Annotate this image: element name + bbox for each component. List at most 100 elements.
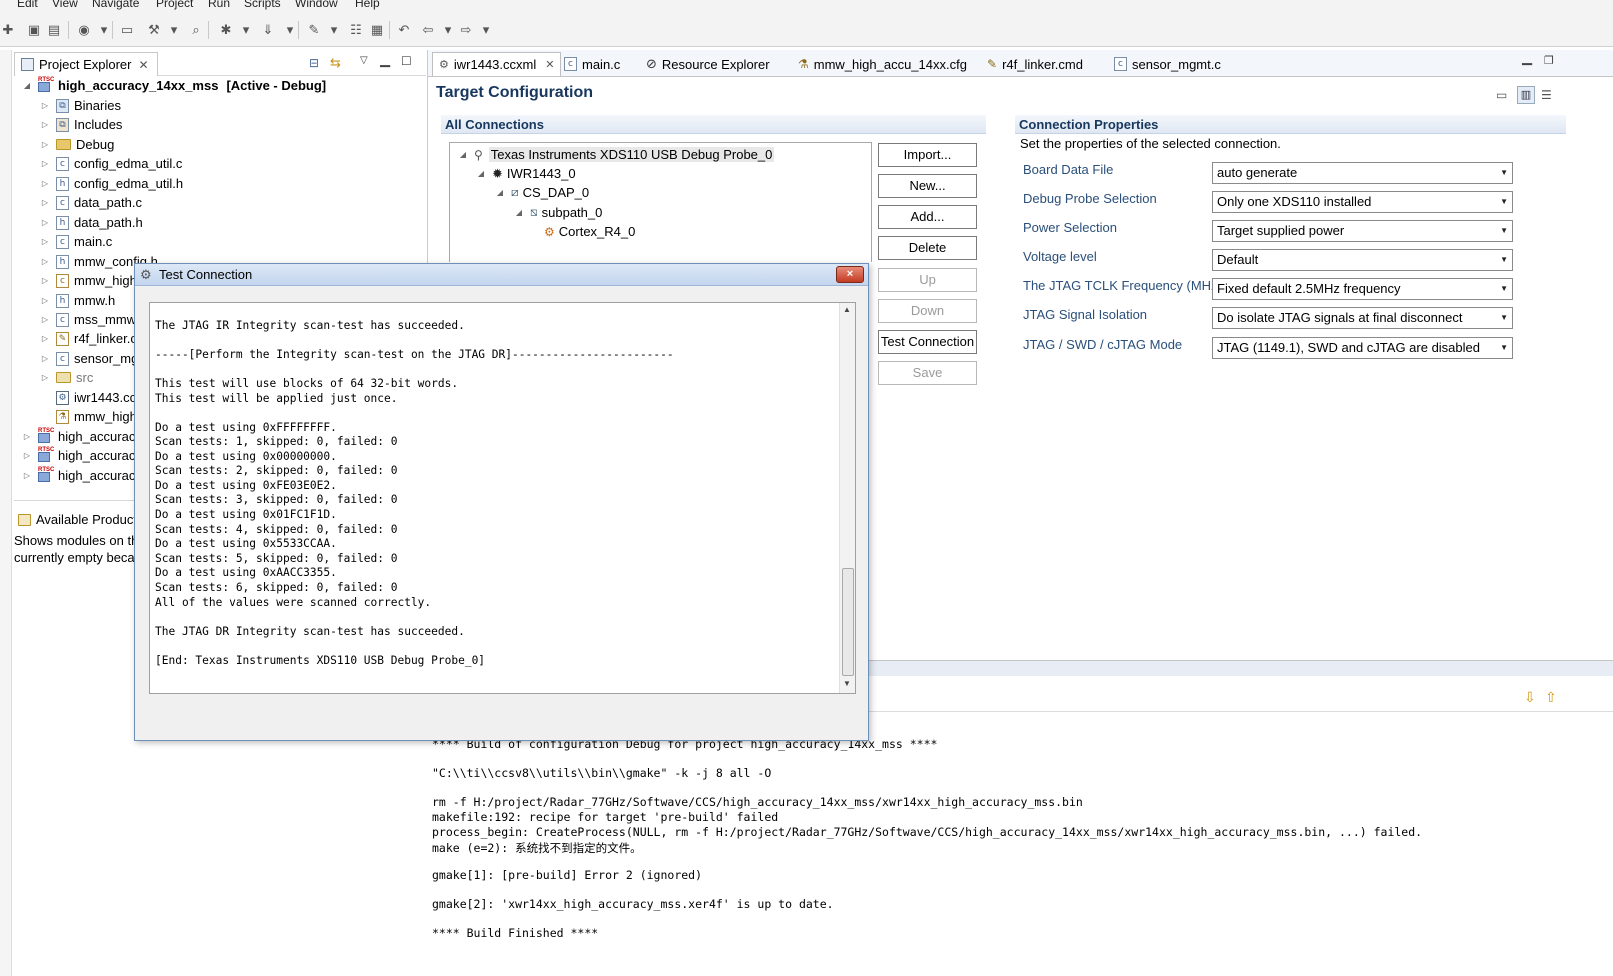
collapsed-arrow-icon[interactable]: ▷ — [40, 198, 50, 207]
console-output[interactable]: **** Build of configuration Debug for pr… — [427, 712, 1613, 976]
test-connection-button[interactable]: Test Connection — [878, 330, 977, 354]
tree-item-sensor-mgmt[interactable]: ▷ c sensor_mg — [40, 349, 138, 368]
tree-item-mmw-h[interactable]: ▷ h mmw.h — [40, 291, 115, 310]
close-button[interactable]: × — [836, 266, 864, 283]
dropdown-arrow-icon[interactable]: ▼ — [1500, 279, 1508, 299]
expanded-arrow-icon[interactable]: ◢ — [22, 81, 32, 90]
flash-icon[interactable]: ⇓ — [260, 22, 276, 38]
tab-available-products[interactable]: Available Product — [18, 510, 137, 529]
save-button[interactable]: Save — [878, 361, 977, 385]
forward-icon[interactable]: ⇨ — [458, 22, 474, 38]
collapsed-arrow-icon[interactable]: ▷ — [40, 257, 50, 266]
vertical-layout-icon[interactable]: ☰ — [1541, 88, 1552, 102]
collapsed-arrow-icon[interactable]: ▷ — [40, 120, 50, 129]
tree-node-cs-dap[interactable]: ◢ ⧄ CS_DAP_0 — [495, 183, 589, 202]
tree-item-debug[interactable]: ▷ Debug — [40, 135, 114, 154]
link-editor-icon[interactable]: ⇆ — [330, 55, 341, 71]
collapsed-arrow-icon[interactable]: ▷ — [40, 179, 50, 188]
collapsed-arrow-icon[interactable]: ▷ — [40, 334, 50, 343]
dropdown-arrow-icon[interactable]: ▼ — [1500, 221, 1508, 241]
delete-button[interactable]: Delete — [878, 236, 977, 260]
dropdown-arrow-icon[interactable]: ▾ — [238, 22, 254, 38]
import-button[interactable]: Import... — [878, 143, 977, 167]
close-icon[interactable]: ✕ — [138, 58, 148, 72]
form-layout-icon[interactable]: ▭ — [1496, 88, 1507, 102]
dropdown-arrow-icon[interactable]: ▼ — [1500, 163, 1508, 183]
expanded-arrow-icon[interactable]: ◢ — [458, 150, 468, 159]
tab-sensor-mgmt-c[interactable]: c sensor_mgmt.c — [1108, 52, 1227, 76]
debug-run-icon[interactable]: ◉ — [76, 22, 92, 38]
dropdown-arrow-icon[interactable]: ▼ — [1500, 308, 1508, 328]
dialog-titlebar[interactable]: ⚙ Test Connection × — [135, 264, 868, 286]
dropdown-arrow-icon[interactable]: ▾ — [96, 22, 112, 38]
tree-item-mmw-high-cfg[interactable]: ▷ c mmw_high — [40, 271, 137, 290]
expanded-arrow-icon[interactable]: ◢ — [476, 169, 486, 178]
scrollbar-thumb[interactable] — [842, 568, 854, 676]
build-hammer-icon[interactable]: ⚒ — [146, 22, 162, 38]
new-button[interactable]: New... — [878, 174, 977, 198]
menu-project[interactable]: Project — [156, 0, 193, 10]
collapsed-arrow-icon[interactable]: ▷ — [22, 432, 32, 441]
dropdown-arrow-icon[interactable]: ▾ — [326, 22, 342, 38]
scroll-up-arrow-icon[interactable]: ▲ — [843, 305, 851, 314]
collapsed-arrow-icon[interactable]: ▷ — [22, 471, 32, 480]
restore-icon[interactable]: ❐ — [1544, 54, 1554, 67]
tab-iwr1443-ccxml[interactable]: ⚙ iwr1443.ccxml ✕ — [432, 52, 562, 76]
menu-window[interactable]: Window — [295, 0, 338, 10]
dropdown-arrow-icon[interactable]: ▼ — [1500, 250, 1508, 270]
toggle-mark-icon[interactable]: ☷ — [348, 22, 364, 38]
tree-node-debug-probe[interactable]: ◢ ⚲ Texas Instruments XDS110 USB Debug P… — [458, 145, 775, 164]
tree-project-3[interactable]: ▷ RTSC high_accuracy — [22, 446, 142, 465]
new-icon[interactable]: ✚ — [0, 22, 16, 38]
tree-item-iwr1443-ccxml[interactable]: ⚙ iwr1443.cc — [40, 388, 136, 407]
tab-project-explorer[interactable]: Project Explorer ✕ — [14, 52, 158, 76]
search-icon[interactable]: ⌕ — [188, 22, 204, 38]
tree-node-subpath[interactable]: ◢ ⧅ subpath_0 — [514, 203, 602, 222]
last-edit-icon[interactable]: ↶ — [396, 22, 412, 38]
tree-node-iwr1443[interactable]: ◢ ✹ IWR1443_0 — [476, 164, 576, 183]
menu-help[interactable]: Help — [355, 0, 380, 10]
tree-item-src[interactable]: ▷ src — [40, 368, 93, 387]
show-whitespace-icon[interactable]: ▦ — [369, 22, 385, 38]
tab-resource-explorer[interactable]: ⊘ Resource Explorer — [640, 52, 776, 76]
collapse-all-icon[interactable]: ⊟ — [309, 56, 319, 70]
collapsed-arrow-icon[interactable]: ▷ — [40, 218, 50, 227]
expanded-arrow-icon[interactable]: ◢ — [495, 188, 505, 197]
debug-bug-icon[interactable]: ✱ — [218, 22, 234, 38]
dropdown-arrow-icon[interactable]: ▾ — [440, 22, 456, 38]
tree-item-data-path-c[interactable]: ▷ c data_path.c — [40, 193, 142, 212]
collapsed-arrow-icon[interactable]: ▷ — [22, 451, 32, 460]
jtag-tclk-frequency-select[interactable]: Fixed default 2.5MHz frequency ▼ — [1212, 278, 1513, 300]
save-icon[interactable]: ▣ — [26, 22, 42, 38]
collapsed-arrow-icon[interactable]: ▷ — [40, 159, 50, 168]
collapsed-arrow-icon[interactable]: ▷ — [40, 296, 50, 305]
dropdown-arrow-icon[interactable]: ▼ — [1500, 338, 1508, 358]
scroll-up-icon[interactable]: ⇧ — [1545, 689, 1557, 706]
scroll-down-arrow-icon[interactable]: ▼ — [843, 679, 851, 688]
collapsed-arrow-icon[interactable]: ▷ — [40, 101, 50, 110]
up-button[interactable]: Up — [878, 268, 977, 292]
tree-item-main-c[interactable]: ▷ c main.c — [40, 232, 112, 251]
collapsed-arrow-icon[interactable]: ▷ — [40, 315, 50, 324]
console-icon[interactable]: ▭ — [119, 22, 135, 38]
tree-item-mmw-high-cfg-2[interactable]: ⚗ mmw_high — [40, 407, 137, 426]
collapsed-arrow-icon[interactable]: ▷ — [40, 140, 50, 149]
voltage-level-select[interactable]: Default ▼ — [1212, 249, 1513, 271]
save-all-icon[interactable]: ▤ — [46, 22, 62, 38]
tree-item-r4f-linker[interactable]: ▷ ✎ r4f_linker.c — [40, 329, 137, 348]
dropdown-arrow-icon[interactable]: ▾ — [282, 22, 298, 38]
tab-mmw-high-accu-cfg[interactable]: ⚗ mmw_high_accu_14xx.cfg — [792, 52, 973, 76]
maximize-icon[interactable]: ☐ — [401, 54, 412, 68]
dropdown-arrow-icon[interactable]: ▼ — [1500, 192, 1508, 212]
tree-project-2[interactable]: ▷ RTSC high_accuracy — [22, 427, 142, 446]
external-tools-icon[interactable]: ✎ — [306, 22, 322, 38]
view-menu-icon[interactable]: ▽ — [360, 55, 368, 66]
vertical-scrollbar[interactable]: ▲ ▼ — [839, 303, 855, 693]
add-button[interactable]: Add... — [878, 205, 977, 229]
back-icon[interactable]: ⇦ — [420, 22, 436, 38]
menu-edit[interactable]: Edit — [17, 0, 38, 10]
board-data-file-select[interactable]: auto generate ▼ — [1212, 162, 1513, 184]
debug-probe-selection-select[interactable]: Only one XDS110 installed ▼ — [1212, 191, 1513, 213]
minimize-icon[interactable]: ▁ — [1522, 50, 1532, 66]
menu-run[interactable]: Run — [208, 0, 230, 10]
